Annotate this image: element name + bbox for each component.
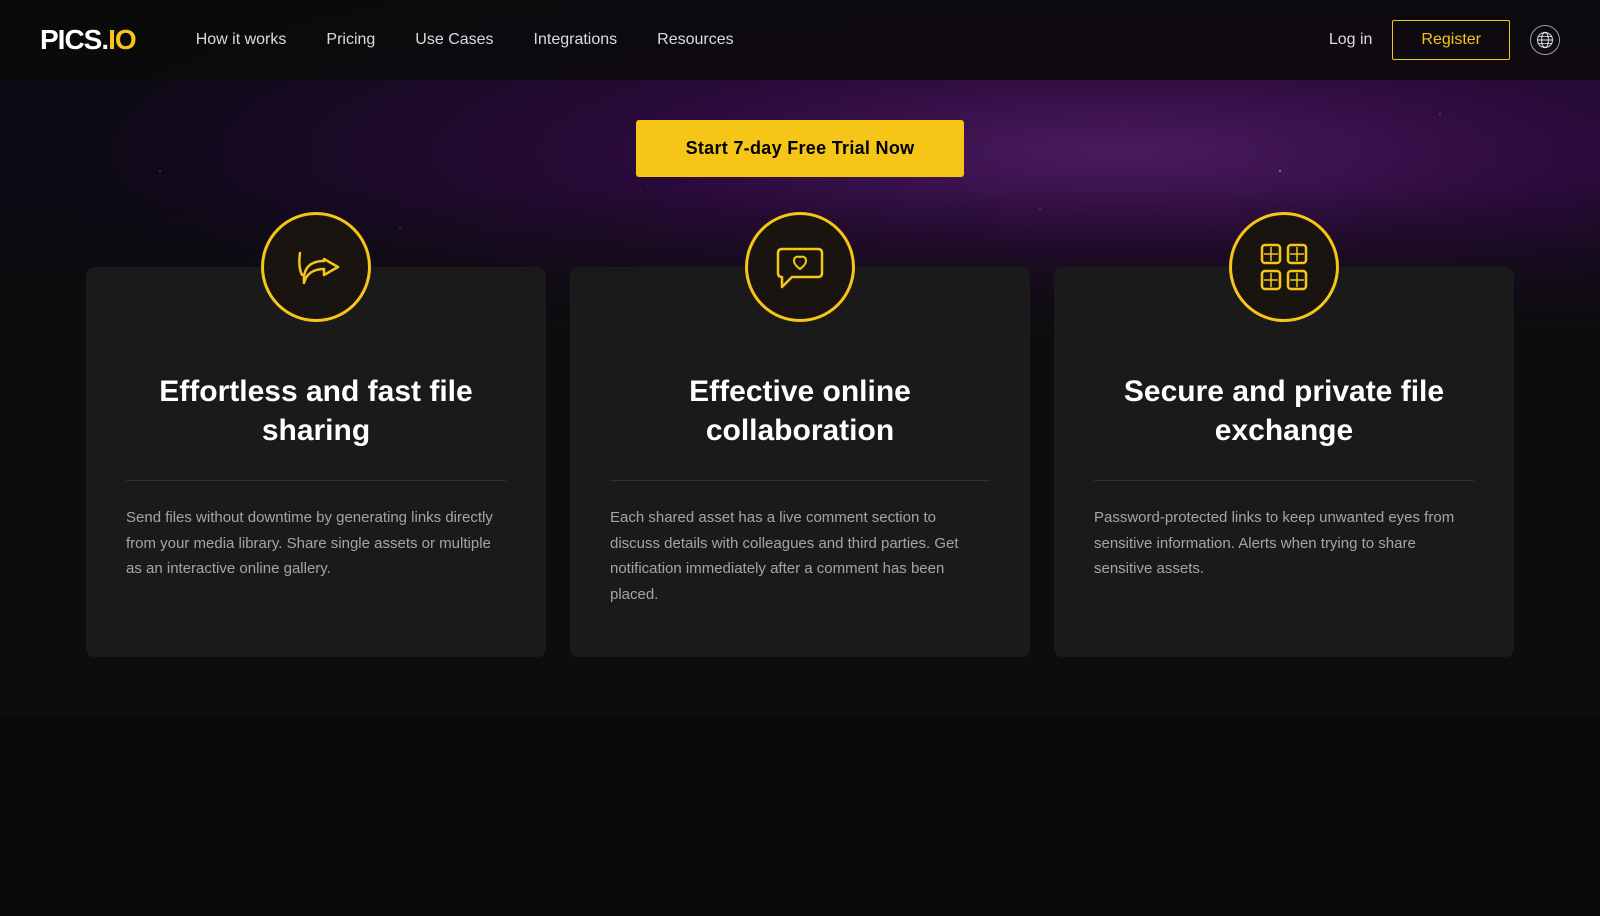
logo-dot: IO	[108, 24, 136, 55]
cta-button[interactable]: Start 7-day Free Trial Now	[636, 120, 965, 177]
card-security-title: Secure and private file exchange	[1094, 372, 1474, 450]
nav-use-cases[interactable]: Use Cases	[415, 31, 493, 49]
logo[interactable]: PICS.IO	[40, 24, 136, 56]
navbar: PICS.IO How it works Pricing Use Cases I…	[0, 0, 1600, 80]
nav-right: Log in Register	[1329, 20, 1560, 60]
nav-resources[interactable]: Resources	[657, 31, 733, 49]
card-collaboration: Effective online collaboration Each shar…	[570, 267, 1030, 657]
card-collaboration-desc: Each shared asset has a live comment sec…	[610, 505, 990, 607]
nav-links: How it works Pricing Use Cases Integrati…	[196, 31, 1329, 49]
cards-section: Effortless and fast file sharing Send fi…	[0, 187, 1600, 717]
nav-how-it-works[interactable]: How it works	[196, 31, 287, 49]
card-security: Secure and private file exchange Passwor…	[1054, 267, 1514, 657]
register-button[interactable]: Register	[1392, 20, 1510, 60]
card-security-icon-wrapper	[1229, 212, 1339, 322]
card-collaboration-divider	[610, 480, 990, 481]
card-sharing-divider	[126, 480, 506, 481]
card-collaboration-title: Effective online collaboration	[610, 372, 990, 450]
card-sharing: Effortless and fast file sharing Send fi…	[86, 267, 546, 657]
card-sharing-desc: Send files without downtime by generatin…	[126, 505, 506, 582]
chat-heart-icon	[772, 239, 828, 295]
card-security-divider	[1094, 480, 1474, 481]
card-collaboration-icon-circle	[745, 212, 855, 322]
nav-integrations[interactable]: Integrations	[534, 31, 618, 49]
card-sharing-title: Effortless and fast file sharing	[126, 372, 506, 450]
card-sharing-icon-wrapper	[261, 212, 371, 322]
login-link[interactable]: Log in	[1329, 31, 1373, 49]
share-icon	[288, 239, 344, 295]
cards-container: Effortless and fast file sharing Send fi…	[60, 267, 1540, 657]
card-security-icon-circle	[1229, 212, 1339, 322]
globe-button[interactable]	[1530, 25, 1560, 55]
card-sharing-icon-circle	[261, 212, 371, 322]
grid-lock-icon	[1254, 237, 1314, 297]
card-collaboration-icon-wrapper	[745, 212, 855, 322]
nav-pricing[interactable]: Pricing	[326, 31, 375, 49]
globe-icon	[1536, 31, 1554, 49]
card-security-desc: Password-protected links to keep unwante…	[1094, 505, 1474, 582]
cta-area: Start 7-day Free Trial Now	[0, 80, 1600, 187]
